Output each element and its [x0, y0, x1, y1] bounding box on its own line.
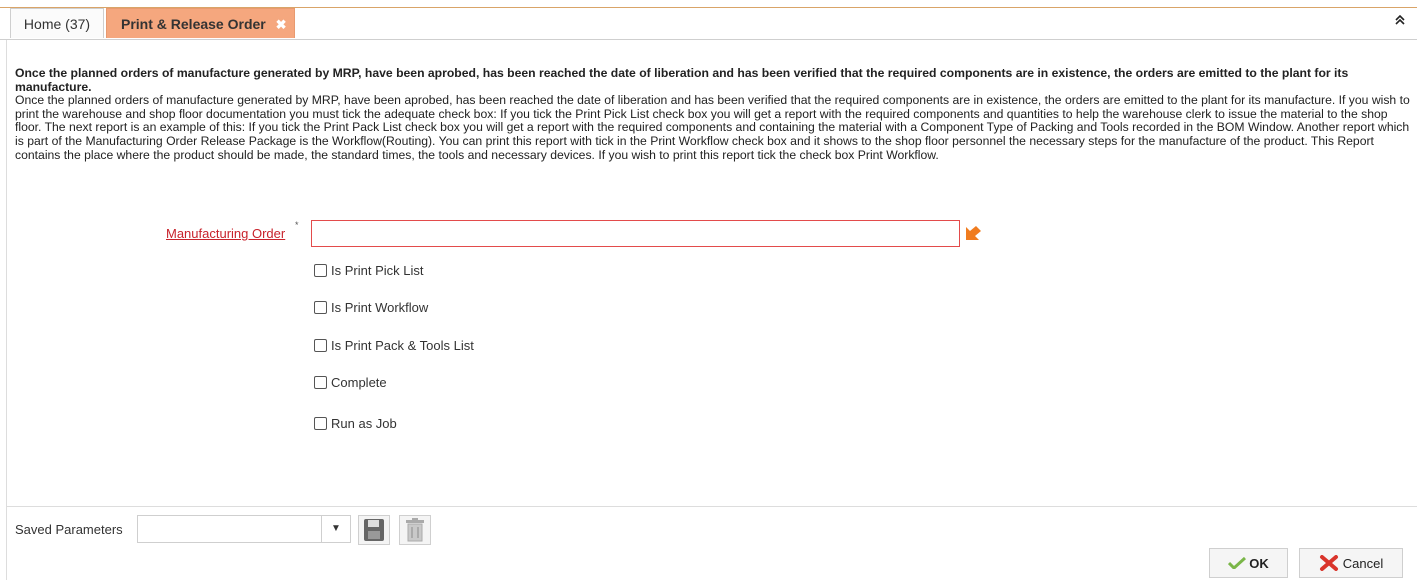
- required-marker: *: [295, 220, 299, 230]
- ok-button[interactable]: OK: [1209, 548, 1288, 578]
- double-chevron-up-icon: [1395, 14, 1405, 25]
- delete-parameters-button[interactable]: [399, 515, 431, 545]
- checkbox-is-print-pack-tools-list[interactable]: Is Print Pack & Tools List: [314, 338, 474, 353]
- description-body: Once the planned orders of manufacture g…: [15, 93, 1410, 162]
- checkbox-box[interactable]: [314, 376, 327, 389]
- cancel-button[interactable]: Cancel: [1299, 548, 1403, 578]
- chevron-down-icon[interactable]: ▼: [321, 516, 350, 542]
- checkbox-box[interactable]: [314, 301, 327, 314]
- red-x-icon: [1319, 555, 1338, 571]
- checkbox-label: Is Print Pick List: [331, 263, 424, 278]
- tab-home[interactable]: Home (37): [10, 8, 104, 38]
- ok-label: OK: [1249, 555, 1269, 571]
- tab-home-label: Home (37): [23, 16, 91, 32]
- checkbox-label: Run as Job: [331, 416, 397, 431]
- panel-left-border: [6, 40, 7, 580]
- tab-print-release-order[interactable]: Print & Release Order ✖: [106, 8, 295, 38]
- checkbox-box[interactable]: [314, 339, 327, 352]
- description-title: Once the planned orders of manufacture g…: [15, 66, 1349, 94]
- top-accent-line: [0, 0, 1417, 8]
- checkbox-label: Is Print Workflow: [331, 300, 429, 315]
- cancel-label: Cancel: [1342, 555, 1384, 571]
- checkbox-complete[interactable]: Complete: [314, 375, 387, 390]
- checkbox-is-print-pick-list[interactable]: Is Print Pick List: [314, 263, 423, 278]
- checkbox-label: Complete: [331, 375, 387, 390]
- trash-icon: [406, 518, 424, 542]
- zoom-arrow-glyph: [966, 226, 981, 240]
- footer-divider: [6, 506, 1417, 507]
- tab-bar: Home (37) Print & Release Order ✖: [0, 8, 1417, 40]
- collapse-icon[interactable]: [1395, 14, 1405, 28]
- checkbox-label: Is Print Pack & Tools List: [331, 338, 474, 353]
- manufacturing-order-input[interactable]: [311, 220, 960, 247]
- checkmark-icon: [1228, 557, 1247, 569]
- checkbox-run-as-job[interactable]: Run as Job: [314, 416, 397, 431]
- zoom-arrow-icon[interactable]: [964, 223, 984, 243]
- manufacturing-order-label[interactable]: Manufacturing Order: [166, 226, 285, 241]
- saved-parameters-label: Saved Parameters: [15, 522, 123, 537]
- save-parameters-button[interactable]: [358, 515, 390, 545]
- process-description: Once the planned orders of manufacture g…: [15, 66, 1410, 162]
- checkbox-is-print-workflow[interactable]: Is Print Workflow: [314, 300, 428, 315]
- tab-active-label: Print & Release Order: [121, 16, 266, 32]
- saved-parameters-select[interactable]: ▼: [137, 515, 351, 543]
- checkbox-box[interactable]: [314, 417, 327, 430]
- save-disk-icon: [364, 519, 384, 541]
- checkbox-box[interactable]: [314, 264, 327, 277]
- close-icon[interactable]: ✖: [276, 17, 287, 32]
